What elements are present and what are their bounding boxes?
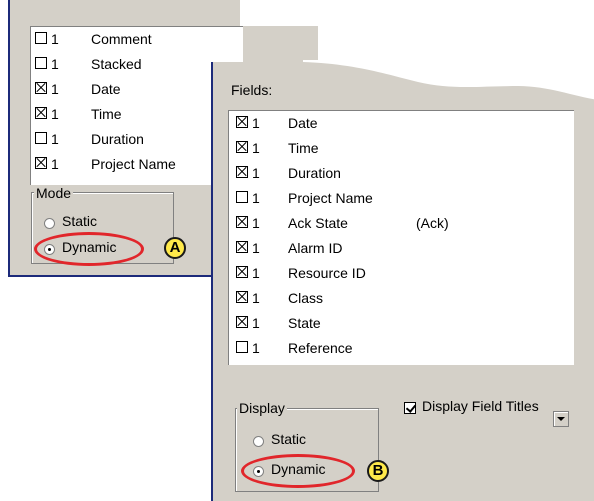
field-extra: (Ack) <box>416 215 449 231</box>
field-label: Date <box>288 115 318 131</box>
callout-badge-a: A <box>164 237 186 259</box>
field-label: Alarm ID <box>288 240 343 256</box>
field-label: Stacked <box>91 56 142 72</box>
field-num: 1 <box>51 131 59 147</box>
display-field-titles-checkbox[interactable] <box>404 402 416 414</box>
field-num: 1 <box>252 315 260 331</box>
field-label: Resource ID <box>288 265 366 281</box>
field-checkbox[interactable] <box>236 191 248 203</box>
display-static-radio[interactable] <box>253 436 264 447</box>
mode-static-radio[interactable] <box>44 218 55 229</box>
fields-list-b[interactable]: 1 Date 1 Time 1 Duration 1 Project Name 1 Ack… <box>228 110 574 427</box>
field-checkbox[interactable] <box>236 316 248 328</box>
field-checkbox[interactable] <box>236 116 248 128</box>
field-num: 1 <box>51 156 59 172</box>
field-num: 1 <box>51 106 59 122</box>
field-label: Reference <box>288 340 353 356</box>
display-group-title: Display <box>237 400 287 416</box>
field-num: 1 <box>51 56 59 72</box>
field-num: 1 <box>252 165 260 181</box>
field-checkbox[interactable] <box>236 241 248 253</box>
field-label: Ack State <box>288 215 348 231</box>
field-checkbox[interactable] <box>236 216 248 228</box>
highlight-ring-b <box>241 454 355 488</box>
torn-edge-b <box>303 60 594 100</box>
field-label: Project Name <box>91 156 176 172</box>
field-num: 1 <box>252 265 260 281</box>
scroll-down-arrow-icon[interactable] <box>553 411 569 427</box>
field-num: 1 <box>252 115 260 131</box>
field-label: Date <box>91 81 121 97</box>
field-num: 1 <box>252 190 260 206</box>
mode-static-label[interactable]: Static <box>62 213 97 229</box>
field-checkbox[interactable] <box>35 107 47 119</box>
field-checkbox[interactable] <box>236 166 248 178</box>
field-checkbox[interactable] <box>35 157 47 169</box>
field-num: 1 <box>252 140 260 156</box>
field-num: 1 <box>252 215 260 231</box>
callout-badge-b: B <box>367 460 389 482</box>
field-num: 1 <box>51 81 59 97</box>
field-label: Comment <box>91 31 152 47</box>
display-panel-b: Fields: 1 Date 1 Time 1 Duration 1 Project N… <box>211 60 594 501</box>
highlight-ring-a <box>34 232 144 266</box>
field-label: Time <box>91 106 122 122</box>
field-checkbox[interactable] <box>236 341 248 353</box>
field-checkbox[interactable] <box>35 132 47 144</box>
field-checkbox[interactable] <box>35 82 47 94</box>
field-num: 1 <box>51 31 59 47</box>
field-label: State <box>288 315 321 331</box>
field-checkbox[interactable] <box>35 57 47 69</box>
field-checkbox[interactable] <box>236 291 248 303</box>
field-label: Class <box>288 290 324 306</box>
fields-label: Fields: <box>231 82 273 98</box>
field-label: Project Name <box>288 190 373 206</box>
field-num: 1 <box>252 290 260 306</box>
field-label: Time <box>288 140 319 156</box>
field-label: Duration <box>288 165 341 181</box>
field-num: 1 <box>252 340 260 356</box>
field-checkbox[interactable] <box>236 266 248 278</box>
field-num: 1 <box>252 240 260 256</box>
field-label: Duration <box>91 131 144 147</box>
field-checkbox[interactable] <box>35 32 47 44</box>
field-checkbox[interactable] <box>236 141 248 153</box>
torn-edge-a <box>240 0 320 26</box>
mode-group-title: Mode <box>34 185 74 201</box>
display-field-titles-label[interactable]: Display Field Titles <box>422 398 539 414</box>
display-static-label[interactable]: Static <box>271 431 306 447</box>
